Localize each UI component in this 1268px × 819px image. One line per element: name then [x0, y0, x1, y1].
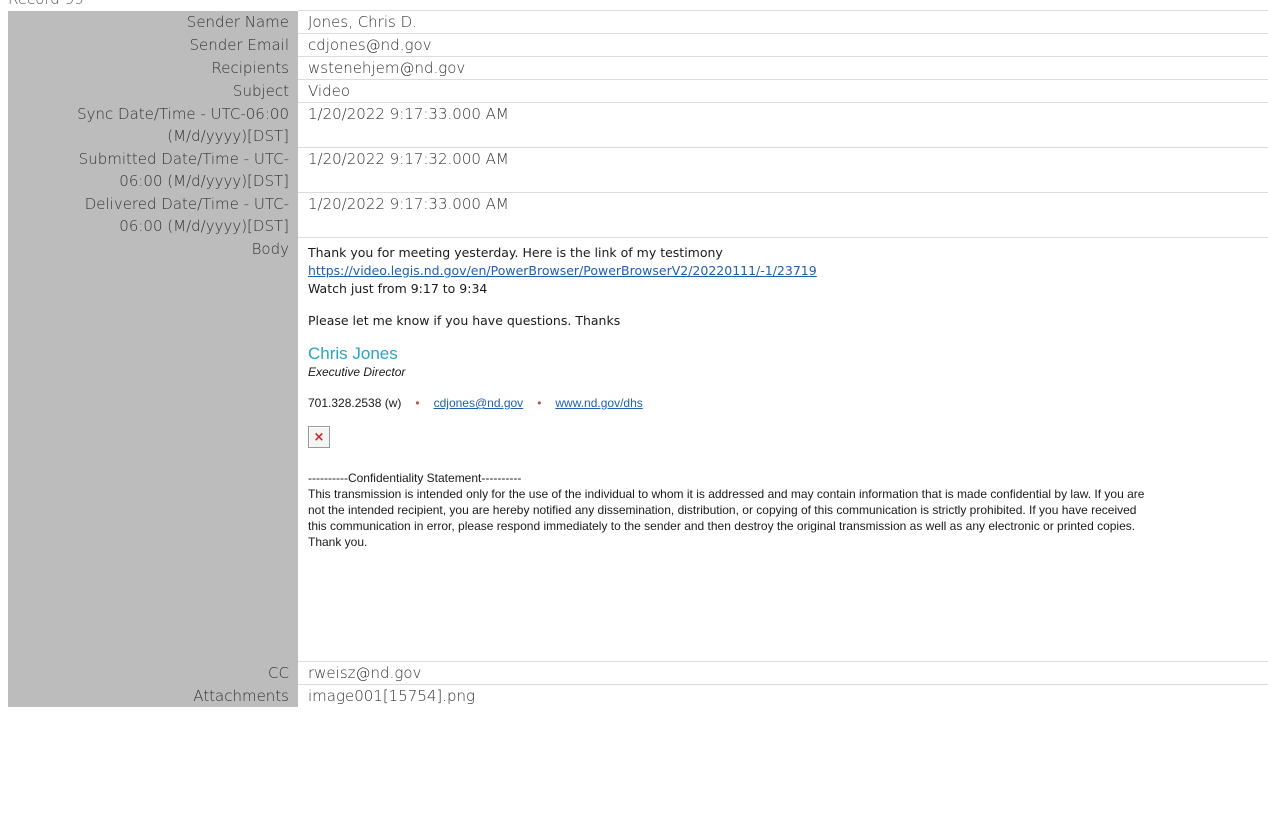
- value-delivered-datetime: 1/20/2022 9:17:33.000 AM: [298, 192, 1268, 238]
- label-delivered-line2: 06:00 (M/d/yyyy)[DST]: [119, 216, 289, 235]
- record-title: Record 99: [8, 0, 84, 8]
- body-line-watch: Watch just from 9:17 to 9:34: [308, 281, 488, 296]
- label-sender-email: Sender Email: [8, 33, 298, 57]
- label-delivered-line1: Delivered Date/Time - UTC-: [84, 194, 289, 213]
- row-cc: CC rweisz@nd.gov: [8, 661, 1268, 685]
- broken-image-icon: ×: [308, 426, 330, 448]
- label-submitted-datetime: Submitted Date/Time - UTC- 06:00 (M/d/yy…: [8, 147, 298, 193]
- label-sync-line1: Sync Date/Time - UTC-06:00: [77, 104, 289, 123]
- value-submitted-datetime: 1/20/2022 9:17:32.000 AM: [298, 147, 1268, 193]
- label-subject: Subject: [8, 79, 298, 103]
- row-recipients: Recipients wstenehjem@nd.gov: [8, 56, 1268, 80]
- signature-role: Executive Director: [308, 365, 406, 379]
- value-attachments: image001[15754].png: [298, 684, 1268, 707]
- label-submitted-line2: 06:00 (M/d/yyyy)[DST]: [119, 171, 289, 190]
- body-line-questions: Please let me know if you have questions…: [308, 313, 621, 328]
- label-recipients: Recipients: [8, 56, 298, 80]
- label-submitted-line1: Submitted Date/Time - UTC-: [78, 149, 289, 168]
- row-submitted-datetime: Submitted Date/Time - UTC- 06:00 (M/d/yy…: [8, 147, 1268, 193]
- row-sender-name: Sender Name Jones, Chris D.: [8, 10, 1268, 34]
- value-subject: Video: [298, 79, 1268, 103]
- separator-dot-icon: •: [537, 396, 542, 410]
- value-sender-email: cdjones@nd.gov: [298, 33, 1268, 57]
- confidentiality-text: This transmission is intended only for t…: [308, 487, 1145, 549]
- label-delivered-datetime: Delivered Date/Time - UTC- 06:00 (M/d/yy…: [8, 192, 298, 238]
- label-cc: CC: [8, 661, 298, 685]
- row-sender-email: Sender Email cdjones@nd.gov: [8, 33, 1268, 57]
- value-sender-name: Jones, Chris D.: [298, 10, 1268, 34]
- signature-phone: 701.328.2538 (w): [308, 396, 402, 410]
- row-attachments: Attachments image001[15754].png: [8, 684, 1268, 707]
- label-attachments: Attachments: [8, 684, 298, 707]
- row-body: Body Thank you for meeting yesterday. He…: [8, 237, 1268, 662]
- signature-name: Chris Jones: [308, 344, 398, 363]
- signature-email-link[interactable]: cdjones@nd.gov: [434, 396, 524, 410]
- value-recipients: wstenehjem@nd.gov: [298, 56, 1268, 80]
- body-line-thanks: Thank you for meeting yesterday. Here is…: [308, 245, 723, 260]
- value-body: Thank you for meeting yesterday. Here is…: [298, 237, 1268, 662]
- value-cc: rweisz@nd.gov: [298, 661, 1268, 685]
- signature-web-link[interactable]: www.nd.gov/dhs: [555, 396, 642, 410]
- label-sender-name: Sender Name: [8, 10, 298, 34]
- separator-dot-icon: •: [415, 396, 420, 410]
- confidentiality-heading: ----------Confidentiality Statement-----…: [308, 471, 522, 485]
- row-delivered-datetime: Delivered Date/Time - UTC- 06:00 (M/d/yy…: [8, 192, 1268, 238]
- testimony-link[interactable]: https://video.legis.nd.gov/en/PowerBrows…: [308, 263, 817, 278]
- label-sync-line2: (M/d/yyyy)[DST]: [167, 126, 289, 145]
- record-table: Sender Name Jones, Chris D. Sender Email…: [8, 10, 1268, 707]
- row-sync-datetime: Sync Date/Time - UTC-06:00 (M/d/yyyy)[DS…: [8, 102, 1268, 148]
- label-sync-datetime: Sync Date/Time - UTC-06:00 (M/d/yyyy)[DS…: [8, 102, 298, 148]
- row-subject: Subject Video: [8, 79, 1268, 103]
- label-body: Body: [8, 237, 298, 662]
- signature-contact: 701.328.2538 (w) • cdjones@nd.gov • www.nd.g…: [308, 394, 1268, 412]
- email-body: Thank you for meeting yesterday. Here is…: [308, 238, 1268, 550]
- value-sync-datetime: 1/20/2022 9:17:33.000 AM: [298, 102, 1268, 148]
